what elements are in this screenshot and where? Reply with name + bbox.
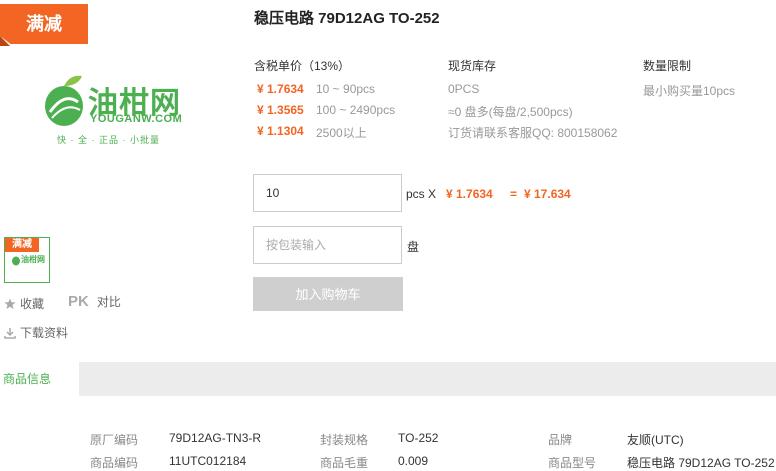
limit-header: 数量限制	[643, 59, 692, 73]
tier-range: 2500以上	[316, 126, 367, 140]
spec-value: 友顺(UTC)	[627, 433, 684, 447]
tab-product-info[interactable]: 商品信息	[0, 362, 79, 396]
compare-action[interactable]: PK 对比	[68, 293, 121, 310]
download-icon	[4, 327, 16, 339]
pk-badge: PK	[68, 293, 89, 310]
quantity-box[interactable]	[253, 174, 402, 212]
compare-label: 对比	[96, 295, 121, 309]
limit-value: 最小购买量10pcs	[643, 84, 736, 98]
stock-quantity: 0PCS	[448, 82, 480, 96]
product-title: 稳压电路 79D12AG TO-252	[254, 10, 440, 27]
unit-price: ¥ 1.7634	[446, 187, 493, 201]
tier-price: ¥ 1.3565	[257, 103, 304, 117]
unit-label: pcs X	[406, 187, 437, 201]
price-header: 含税单价（13%）	[254, 59, 351, 73]
spec-label: 品牌	[548, 433, 573, 447]
download-datasheet-action[interactable]: 下载资料	[4, 324, 68, 341]
spec-value: 0.009	[398, 454, 429, 468]
add-to-cart-button[interactable]: 加入购物车	[253, 277, 403, 311]
spec-label: 商品毛重	[320, 456, 369, 470]
equals-sign: =	[510, 187, 518, 201]
promo-ribbon: 满减	[0, 4, 88, 44]
stock-reels: ≈0 盘多(每盘/2,500pcs)	[448, 105, 573, 119]
stock-header: 现货库存	[448, 59, 497, 73]
favorite-label: 收藏	[20, 297, 45, 311]
star-icon	[4, 298, 16, 309]
pack-box[interactable]	[253, 226, 402, 264]
spec-value: 稳压电路 79D12AG TO-252	[627, 456, 775, 470]
pack-unit: 盘	[407, 240, 420, 254]
tab-bar	[0, 362, 776, 396]
quantity-input[interactable]	[254, 175, 396, 211]
spec-label: 商品编码	[90, 456, 139, 470]
tier-price: ¥ 1.7634	[257, 82, 304, 96]
tier-range: 100 ~ 2490pcs	[316, 103, 396, 117]
spec-label: 商品型号	[548, 456, 597, 470]
download-label: 下载资料	[20, 326, 69, 340]
spec-label: 封装规格	[320, 433, 369, 447]
thumb-promo-badge: 满减	[5, 238, 39, 252]
tier-range: 10 ~ 90pcs	[316, 82, 376, 96]
product-thumbnail[interactable]: 满减 油柑网	[4, 237, 50, 283]
thumb-logo-icon	[12, 256, 20, 266]
logo-slogan: 快 · 全 · 正品 · 小批量	[57, 135, 160, 145]
total-price: ¥ 17.634	[524, 187, 571, 201]
spec-value: 11UTC012184	[169, 454, 247, 468]
spec-value: TO-252	[398, 431, 439, 445]
favorite-action[interactable]: 收藏	[4, 295, 44, 312]
tier-price: ¥ 1.1304	[257, 124, 304, 138]
pack-input[interactable]	[254, 227, 396, 263]
spec-label: 原厂编码	[90, 433, 139, 447]
citrus-logo-icon	[45, 75, 83, 126]
spec-value: 79D12AG-TN3-R	[169, 431, 262, 445]
stock-contact: 订货请联系客服QQ: 800158062	[448, 126, 618, 140]
thumb-logo-text: 油柑网	[21, 255, 45, 264]
logo-domain: YOUGANW.COM	[90, 113, 183, 125]
